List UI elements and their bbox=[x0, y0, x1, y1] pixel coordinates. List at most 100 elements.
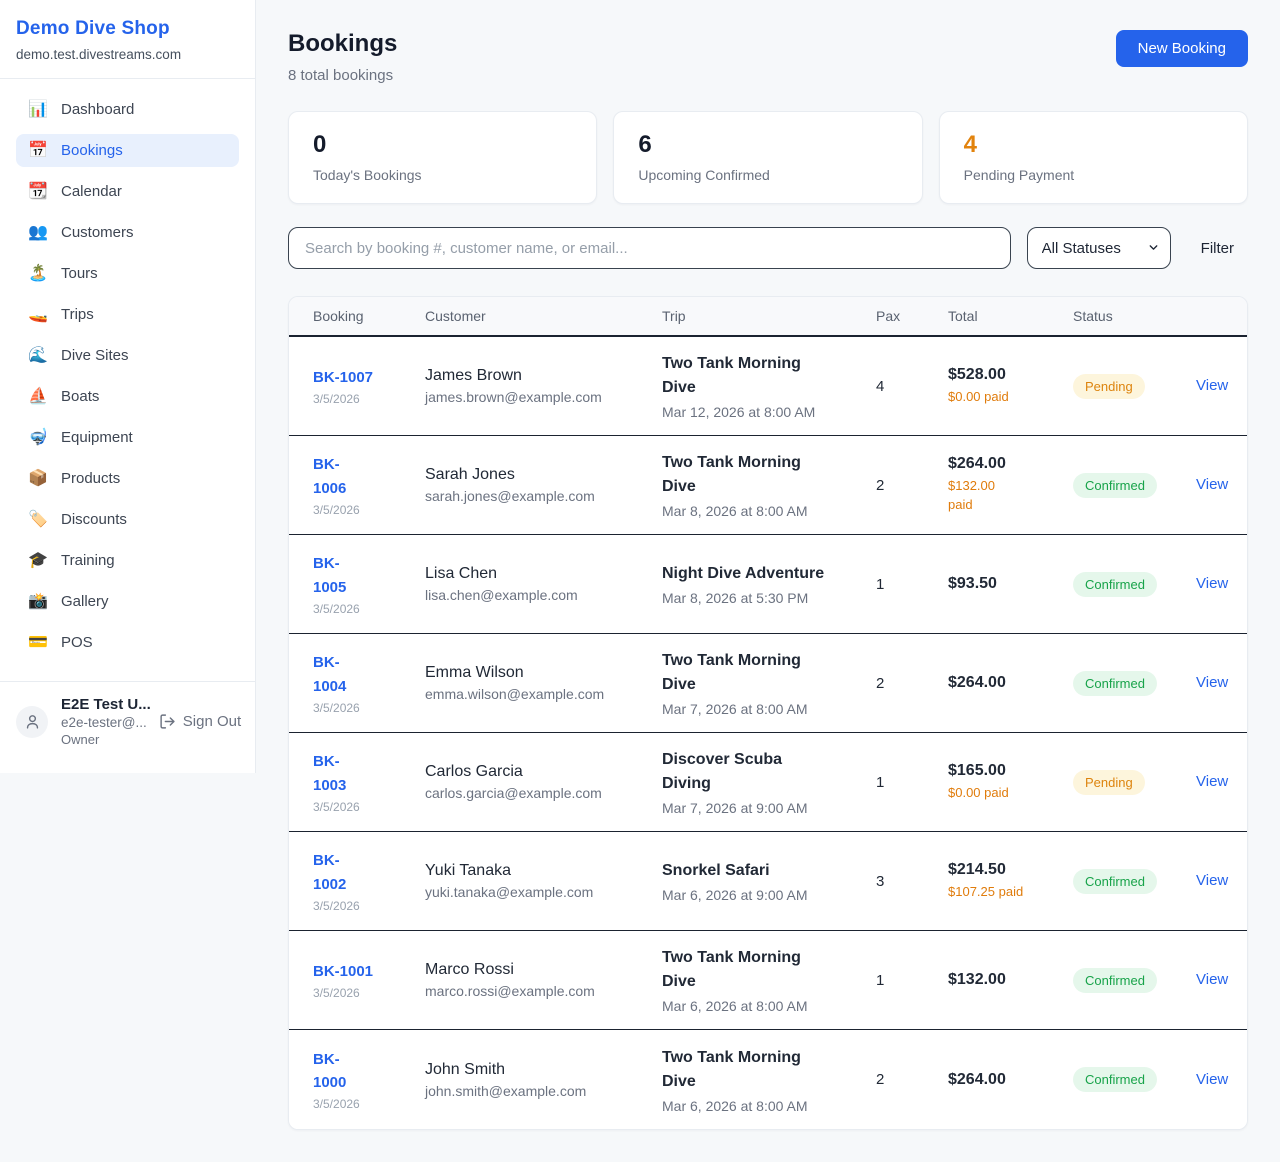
search-input[interactable] bbox=[288, 227, 1011, 269]
booking-id-link[interactable]: BK- 1003 bbox=[313, 750, 425, 797]
main-content: Bookings 8 total bookings New Booking 0T… bbox=[288, 0, 1248, 1160]
total-cell: $132.00 bbox=[948, 971, 1073, 989]
actions-cell: View bbox=[1196, 773, 1228, 791]
booking-id-link[interactable]: BK-1007 bbox=[313, 366, 425, 389]
booking-date: 3/5/2026 bbox=[313, 986, 425, 1000]
sidebar-item-bookings[interactable]: 📅Bookings bbox=[16, 134, 239, 167]
stat-card-pending-payment: 4 Pending Payment bbox=[939, 111, 1248, 204]
booking-date: 3/5/2026 bbox=[313, 602, 425, 616]
view-link[interactable]: View bbox=[1196, 971, 1228, 988]
sign-out-button[interactable]: Sign Out bbox=[159, 713, 241, 730]
stat-label: Pending Payment bbox=[964, 167, 1223, 183]
customer-cell: Emma Wilson emma.wilson@example.com bbox=[425, 664, 662, 702]
trip-name: Discover Scuba Diving bbox=[662, 748, 876, 796]
sidebar-item-gallery[interactable]: 📸Gallery bbox=[16, 585, 239, 618]
status-badge: Confirmed bbox=[1073, 671, 1157, 696]
paid-amount: $0.00 paid bbox=[948, 784, 1073, 803]
diving-mask-icon: 🤿 bbox=[28, 430, 48, 446]
table-row: BK-1001 3/5/2026 Marco Rossi marco.rossi… bbox=[289, 931, 1247, 1030]
sidebar-item-label: Products bbox=[61, 470, 120, 487]
total-amount: $165.00 bbox=[948, 762, 1073, 780]
trip-name: Snorkel Safari bbox=[662, 859, 876, 883]
sidebar-item-dive-sites[interactable]: 🌊Dive Sites bbox=[16, 339, 239, 372]
sidebar-item-trips[interactable]: 🚤Trips bbox=[16, 298, 239, 331]
sign-out-label: Sign Out bbox=[183, 713, 241, 730]
wave-icon: 🌊 bbox=[28, 348, 48, 364]
customer-email: carlos.garcia@example.com bbox=[425, 785, 662, 801]
sidebar-item-training[interactable]: 🎓Training bbox=[16, 544, 239, 577]
total-amount: $264.00 bbox=[948, 674, 1073, 692]
sidebar-item-pos[interactable]: 💳POS bbox=[16, 626, 239, 659]
sidebar: Demo Dive Shop demo.test.divestreams.com… bbox=[0, 0, 256, 773]
table-row: BK- 1005 3/5/2026 Lisa Chen lisa.chen@ex… bbox=[289, 535, 1247, 634]
trip-name: Two Tank Morning Dive bbox=[662, 1046, 876, 1094]
total-cell: $264.00 bbox=[948, 1071, 1073, 1089]
pax-cell: 2 bbox=[876, 1071, 948, 1088]
sidebar-item-label: Dashboard bbox=[61, 101, 134, 118]
customer-name: Lisa Chen bbox=[425, 565, 662, 583]
sidebar-item-discounts[interactable]: 🏷️Discounts bbox=[16, 503, 239, 536]
customer-cell: James Brown james.brown@example.com bbox=[425, 367, 662, 405]
booking-id-link[interactable]: BK- 1004 bbox=[313, 651, 425, 698]
booking-id-link[interactable]: BK- 1000 bbox=[313, 1048, 425, 1095]
stat-label: Upcoming Confirmed bbox=[638, 167, 897, 183]
booking-date: 3/5/2026 bbox=[313, 899, 425, 913]
trip-datetime: Mar 7, 2026 at 8:00 AM bbox=[662, 701, 876, 717]
shop-domain: demo.test.divestreams.com bbox=[16, 47, 239, 62]
booking-id-link[interactable]: BK- 1006 bbox=[313, 453, 425, 500]
booking-id-link[interactable]: BK- 1002 bbox=[313, 849, 425, 896]
view-link[interactable]: View bbox=[1196, 1071, 1228, 1088]
view-link[interactable]: View bbox=[1196, 377, 1228, 394]
sidebar-item-equipment[interactable]: 🤿Equipment bbox=[16, 421, 239, 454]
booking-date: 3/5/2026 bbox=[313, 800, 425, 814]
booking-id-link[interactable]: BK- 1005 bbox=[313, 552, 425, 599]
view-link[interactable]: View bbox=[1196, 872, 1228, 889]
sidebar-item-boats[interactable]: ⛵Boats bbox=[16, 380, 239, 413]
view-link[interactable]: View bbox=[1196, 773, 1228, 790]
total-amount: $264.00 bbox=[948, 1071, 1073, 1089]
trip-name: Two Tank Morning Dive bbox=[662, 649, 876, 697]
camera-icon: 📸 bbox=[28, 594, 48, 610]
customer-cell: Carlos Garcia carlos.garcia@example.com bbox=[425, 763, 662, 801]
new-booking-button[interactable]: New Booking bbox=[1116, 30, 1248, 67]
status-cell: Confirmed bbox=[1073, 671, 1196, 696]
status-cell: Pending bbox=[1073, 374, 1196, 399]
sidebar-item-dashboard[interactable]: 📊Dashboard bbox=[16, 93, 239, 126]
view-link[interactable]: View bbox=[1196, 476, 1228, 493]
stats-cards: 0Today's Bookings6Upcoming Confirmed4Pen… bbox=[288, 111, 1248, 204]
sidebar-item-products[interactable]: 📦Products bbox=[16, 462, 239, 495]
sidebar-item-tours[interactable]: 🏝️Tours bbox=[16, 257, 239, 290]
table-row: BK- 1000 3/5/2026 John Smith john.smith@… bbox=[289, 1030, 1247, 1129]
stat-value: 4 bbox=[964, 131, 1223, 159]
column-header-total: Total bbox=[948, 308, 1073, 324]
trip-name: Two Tank Morning Dive bbox=[662, 451, 876, 499]
booking-cell: BK- 1003 3/5/2026 bbox=[313, 750, 425, 814]
customer-email: yuki.tanaka@example.com bbox=[425, 884, 662, 900]
sidebar-item-calendar[interactable]: 📆Calendar bbox=[16, 175, 239, 208]
view-link[interactable]: View bbox=[1196, 575, 1228, 592]
view-link[interactable]: View bbox=[1196, 674, 1228, 691]
sidebar-item-label: Bookings bbox=[61, 142, 123, 159]
user-role: Owner bbox=[61, 732, 151, 747]
status-cell: Confirmed bbox=[1073, 473, 1196, 498]
customer-cell: John Smith john.smith@example.com bbox=[425, 1061, 662, 1099]
stat-value: 0 bbox=[313, 131, 572, 159]
sidebar-item-label: Tours bbox=[61, 265, 98, 282]
booking-id-link[interactable]: BK-1001 bbox=[313, 960, 425, 983]
customer-name: Carlos Garcia bbox=[425, 763, 662, 781]
trip-datetime: Mar 8, 2026 at 5:30 PM bbox=[662, 590, 876, 606]
trip-datetime: Mar 7, 2026 at 9:00 AM bbox=[662, 800, 876, 816]
filter-button[interactable]: Filter bbox=[1187, 240, 1248, 257]
trip-datetime: Mar 12, 2026 at 8:00 AM bbox=[662, 404, 876, 420]
booking-cell: BK- 1002 3/5/2026 bbox=[313, 849, 425, 913]
total-cell: $528.00 $0.00 paid bbox=[948, 366, 1073, 407]
total-amount: $132.00 bbox=[948, 971, 1073, 989]
trip-datetime: Mar 6, 2026 at 8:00 AM bbox=[662, 1098, 876, 1114]
status-filter-select[interactable]: All Statuses bbox=[1027, 227, 1171, 269]
sidebar-item-customers[interactable]: 👥Customers bbox=[16, 216, 239, 249]
trip-name: Night Dive Adventure bbox=[662, 562, 876, 586]
table-row: BK- 1003 3/5/2026 Carlos Garcia carlos.g… bbox=[289, 733, 1247, 832]
tag-icon: 🏷️ bbox=[28, 512, 48, 528]
tear-calendar-icon: 📆 bbox=[28, 184, 48, 200]
trip-cell: Snorkel Safari Mar 6, 2026 at 9:00 AM bbox=[662, 859, 876, 903]
